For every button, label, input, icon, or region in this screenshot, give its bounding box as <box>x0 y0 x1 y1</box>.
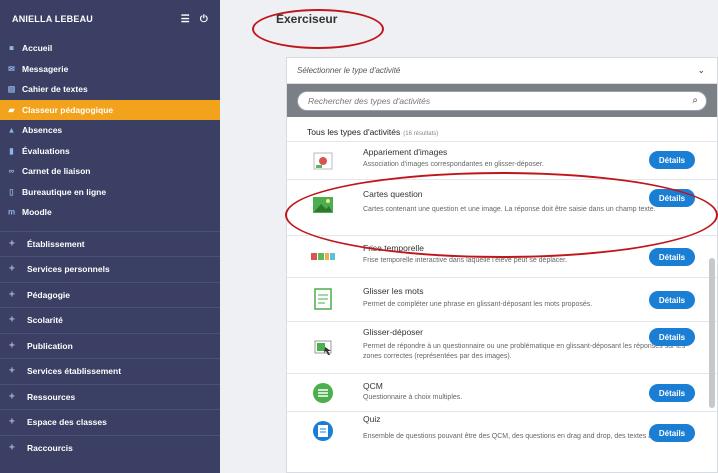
details-button[interactable]: Détails <box>649 328 695 346</box>
bar-chart-icon: ▮ <box>9 146 14 156</box>
activity-desc: Permet de répondre à un questionnaire ou… <box>363 343 686 360</box>
sidebar-section-services-etablissement[interactable]: + Services établissement <box>0 358 220 384</box>
plus-icon: + <box>9 442 15 454</box>
list-item: Glisser les mots Permet de compléter une… <box>287 277 717 321</box>
quiz-circle-icon <box>311 420 335 442</box>
sidebar-item-accueil[interactable]: ■ Accueil <box>0 38 220 59</box>
power-icon[interactable]: ⏻ <box>200 14 208 25</box>
book-icon: ▤ <box>7 84 16 94</box>
search-band: Rechercher des types d'activités ⌕ <box>287 84 717 117</box>
list-item: Quiz Ensemble de questions pouvant être … <box>287 411 717 471</box>
folder-icon: ▰ <box>8 105 15 115</box>
sidebar-item-moodle[interactable]: m Moodle <box>0 202 220 223</box>
main-content: Exerciseur Sélectionner le type d'activi… <box>220 0 718 473</box>
plus-icon: + <box>9 365 15 377</box>
search-placeholder: Rechercher des types d'activités <box>308 95 431 106</box>
sidebar-item-label: Absences <box>22 125 63 136</box>
image-pair-icon <box>311 150 335 172</box>
details-button[interactable]: Détails <box>649 151 695 169</box>
sidebar-item-label: Bureautique en ligne <box>22 186 107 197</box>
hamburger-icon[interactable]: ☰ <box>181 14 190 25</box>
details-button[interactable]: Détails <box>649 291 695 309</box>
timeline-icon <box>311 246 335 268</box>
sidebar-item-carnet-de-liaison[interactable]: ∞ Carnet de liaison <box>0 161 220 182</box>
sidebar-section-label: Pédagogie <box>27 289 70 300</box>
list-item: Glisser-déposer Permet de répondre à un … <box>287 321 717 373</box>
sidebar-section-pedagogie[interactable]: + Pédagogie <box>0 281 220 308</box>
annotation-circle <box>252 9 384 49</box>
list-title-text: Tous les types d'activités <box>307 127 401 137</box>
scrollbar[interactable] <box>709 258 715 408</box>
sidebar-item-label: Messagerie <box>22 63 69 74</box>
chevron-down-icon[interactable]: ⌄ <box>697 65 705 76</box>
sidebar-section-services-personnels[interactable]: + Services personnels <box>0 256 220 282</box>
list-title: Tous les types d'activités (16 résultats… <box>287 117 717 141</box>
drag-image-icon <box>311 336 335 358</box>
sidebar-section-etablissement[interactable]: + Établissement <box>0 230 220 257</box>
activity-name: Glisser les mots <box>363 286 424 296</box>
list-item: QCM Questionnaire à choix multiples. Dét… <box>287 373 717 411</box>
moodle-icon: m <box>7 207 16 217</box>
activity-name: QCM <box>363 381 383 391</box>
sidebar-item-label: Évaluations <box>22 145 70 156</box>
mail-icon: ✉ <box>8 64 15 74</box>
document-icon <box>311 288 335 310</box>
sidebar-section-label: Scolarité <box>27 315 63 326</box>
details-button[interactable]: Détails <box>649 424 695 442</box>
sidebar-item-messagerie[interactable]: ✉ Messagerie <box>0 59 220 80</box>
sidebar-item-label: Accueil <box>22 43 53 54</box>
link-icon: ∞ <box>8 166 15 176</box>
sidebar-section-label: Ressources <box>27 391 76 402</box>
search-icon[interactable]: ⌕ <box>692 95 698 106</box>
sidebar-item-absences[interactable]: ▴ Absences <box>0 120 220 141</box>
sidebar-section-raccourcis[interactable]: + Raccourcis <box>0 434 220 461</box>
sidebar-item-label: Classeur pédagogique <box>22 104 114 115</box>
sidebar-section-label: Établissement <box>27 238 85 249</box>
activity-name: Quiz <box>363 414 381 424</box>
sidebar-section-publication[interactable]: + Publication <box>0 332 220 359</box>
sidebar-section-label: Raccourcis <box>27 442 73 453</box>
sidebar-section-ressources[interactable]: + Ressources <box>0 383 220 410</box>
sidebar-item-label: Carnet de liaison <box>22 166 91 177</box>
home-icon: ■ <box>9 43 14 53</box>
sidebar-item-classeur-pedagogique[interactable]: ▰ Classeur pédagogique <box>0 99 220 120</box>
sidebar-item-label: Cahier de textes <box>22 84 88 95</box>
activity-name: Glisser-déposer <box>363 327 423 337</box>
sidebar-item-cahier-de-textes[interactable]: ▤ Cahier de textes <box>0 79 220 100</box>
plus-icon: + <box>9 289 15 301</box>
plus-icon: + <box>9 314 15 326</box>
plus-icon: + <box>9 391 15 403</box>
activity-name: Appariement d'images <box>363 147 448 157</box>
sidebar-section-label: Publication <box>27 340 73 351</box>
sidebar-section-scolarite[interactable]: + Scolarité <box>0 307 220 333</box>
sidebar-item-label: Moodle <box>22 207 52 218</box>
sidebar: ANIELLA LEBEAU ☰ ⏻ ■ Accueil ✉ Messageri… <box>0 0 220 473</box>
details-button[interactable]: Détails <box>649 384 695 402</box>
sidebar-item-evaluations[interactable]: ▮ Évaluations <box>0 141 220 162</box>
person-icon: ▴ <box>9 125 14 135</box>
plus-icon: + <box>9 416 15 428</box>
annotation-circle <box>285 172 718 258</box>
doc-icon: ▯ <box>9 187 14 197</box>
search-input[interactable]: Rechercher des types d'activités ⌕ <box>297 90 707 111</box>
user-name: ANIELLA LEBEAU <box>12 14 93 24</box>
plus-icon: + <box>9 238 15 250</box>
result-count: (16 résultats) <box>403 131 439 137</box>
activity-type-select[interactable]: Sélectionner le type d'activité ⌄ <box>287 58 717 84</box>
sidebar-section-label: Espace des classes <box>27 417 107 428</box>
details-button[interactable]: Détails <box>649 248 695 266</box>
sidebar-section-label: Services personnels <box>27 264 110 275</box>
sidebar-header: ANIELLA LEBEAU ☰ ⏻ <box>0 0 220 38</box>
select-placeholder: Sélectionner le type d'activité <box>297 66 401 75</box>
plus-icon: + <box>9 263 15 275</box>
exerciseur-panel: Sélectionner le type d'activité ⌄ Recher… <box>286 57 718 473</box>
sidebar-item-bureautique[interactable]: ▯ Bureautique en ligne <box>0 182 220 203</box>
sidebar-section-espace-des-classes[interactable]: + Espace des classes <box>0 409 220 435</box>
plus-icon: + <box>9 340 15 352</box>
list-circle-icon <box>311 382 335 404</box>
sidebar-section-label: Services établissement <box>27 366 122 377</box>
